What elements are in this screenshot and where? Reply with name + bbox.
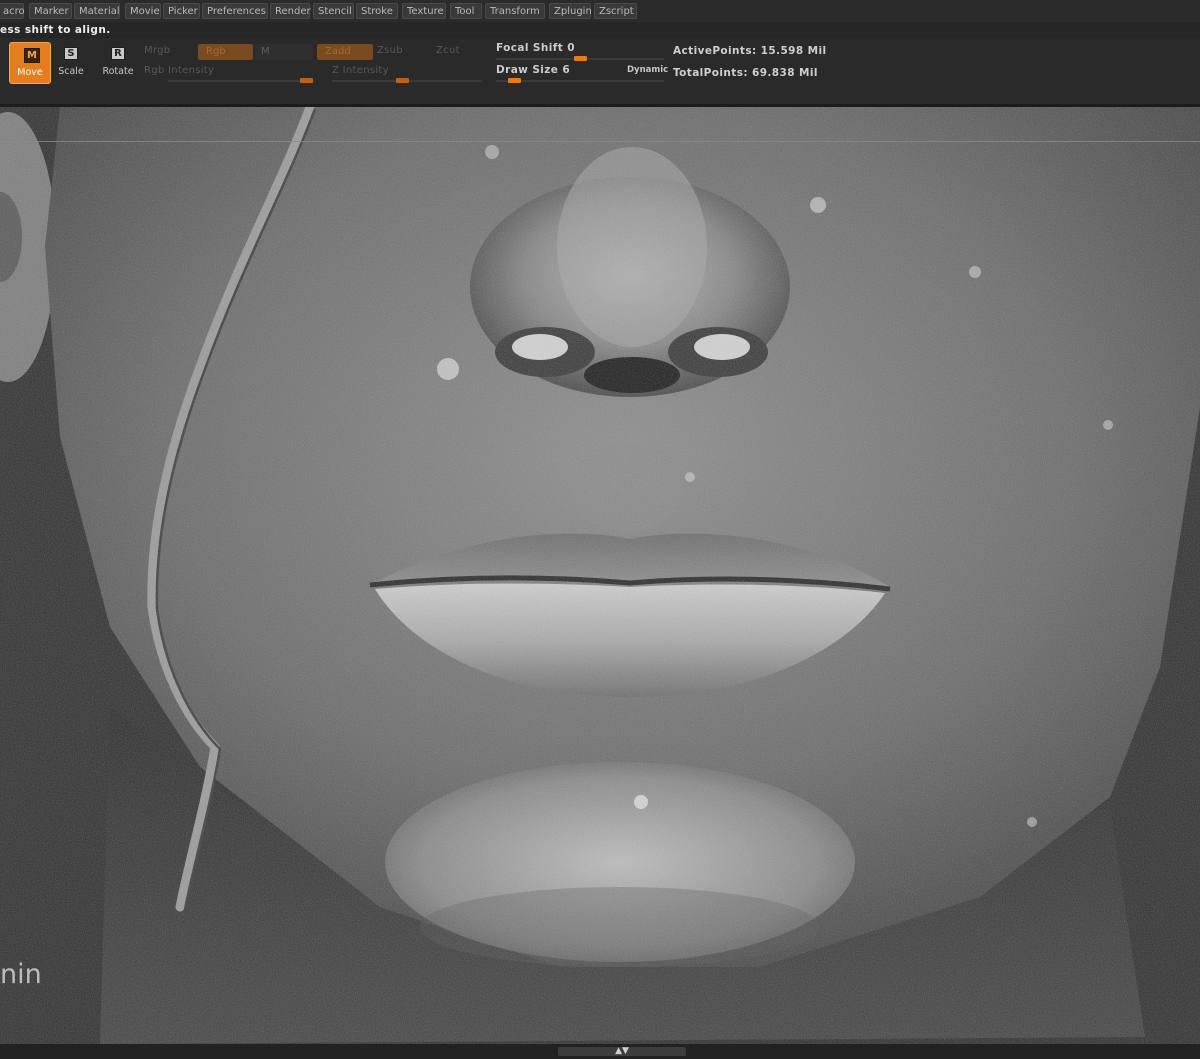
draw-size-knob[interactable] (508, 78, 521, 83)
total-points: TotalPoints: 69.838 Mil (673, 67, 818, 79)
menu-stroke[interactable]: Stroke (356, 3, 398, 19)
menu-marker[interactable]: Marker (29, 3, 72, 19)
sculpt-render (0, 107, 1200, 1044)
menu-zscript[interactable]: Zscript (594, 3, 637, 19)
focal-shift-knob[interactable] (574, 56, 587, 61)
menu-material[interactable]: Material (74, 3, 120, 19)
move-icon: M (24, 48, 40, 63)
rgb-toggle[interactable]: Rgb (198, 44, 253, 60)
menu-macro[interactable]: acro (0, 3, 25, 19)
menu-tool[interactable]: Tool (450, 3, 482, 19)
menu-picker[interactable]: Picker (163, 3, 200, 19)
draw-size-slider[interactable] (496, 80, 664, 82)
dynamic-toggle[interactable]: Dynamic (627, 65, 668, 75)
menu-zplugin[interactable]: Zplugin (549, 3, 592, 19)
menu-stencil[interactable]: Stencil (313, 3, 354, 19)
menu-texture[interactable]: Texture (402, 3, 446, 19)
viewport-corner-text: nin (0, 959, 42, 990)
toolbar: M Move S Scale R Rotate Mrgb Rgb M Zadd … (0, 38, 1200, 104)
zcut-toggle[interactable]: Zcut (436, 45, 460, 56)
scale-icon: S (64, 47, 78, 60)
scale-label: Scale (58, 66, 84, 77)
move-label: Move (17, 67, 43, 78)
guide-line (0, 141, 1200, 142)
menu-transform[interactable]: Transform (485, 3, 545, 19)
canvas-viewport[interactable]: nin (0, 107, 1200, 1044)
menu-render[interactable]: Render (270, 3, 311, 19)
menu-bar: acro Marker Material Movie Picker Prefer… (0, 0, 1200, 22)
active-points: ActivePoints: 15.598 Mil (673, 45, 827, 57)
status-hint: ess shift to align. (0, 24, 111, 36)
rotate-button[interactable]: R Rotate (97, 42, 139, 84)
z-intensity-label: Z Intensity (332, 65, 389, 76)
focal-shift-label: Focal Shift 0 (496, 42, 575, 54)
rgb-intensity-label: Rgb Intensity (144, 65, 215, 76)
tray-toggle-handle[interactable]: ▲▼ (558, 1047, 686, 1056)
zadd-toggle[interactable]: Zadd (317, 44, 373, 60)
rotate-label: Rotate (102, 66, 134, 77)
draw-size-label: Draw Size 6 (496, 64, 571, 76)
rotate-icon: R (111, 47, 125, 60)
mrgb-toggle[interactable]: Mrgb (144, 45, 170, 56)
rgb-intensity-knob[interactable] (300, 78, 313, 83)
menu-movie[interactable]: Movie (125, 3, 161, 19)
zsub-toggle[interactable]: Zsub (377, 45, 403, 56)
z-intensity-knob[interactable] (396, 78, 409, 83)
menu-preferences[interactable]: Preferences (202, 3, 268, 19)
rgb-intensity-slider[interactable] (168, 80, 314, 82)
scale-button[interactable]: S Scale (50, 42, 92, 84)
tray-arrows-icon: ▲▼ (615, 1046, 629, 1056)
move-button[interactable]: M Move (9, 42, 51, 84)
m-toggle[interactable]: M (255, 44, 313, 60)
